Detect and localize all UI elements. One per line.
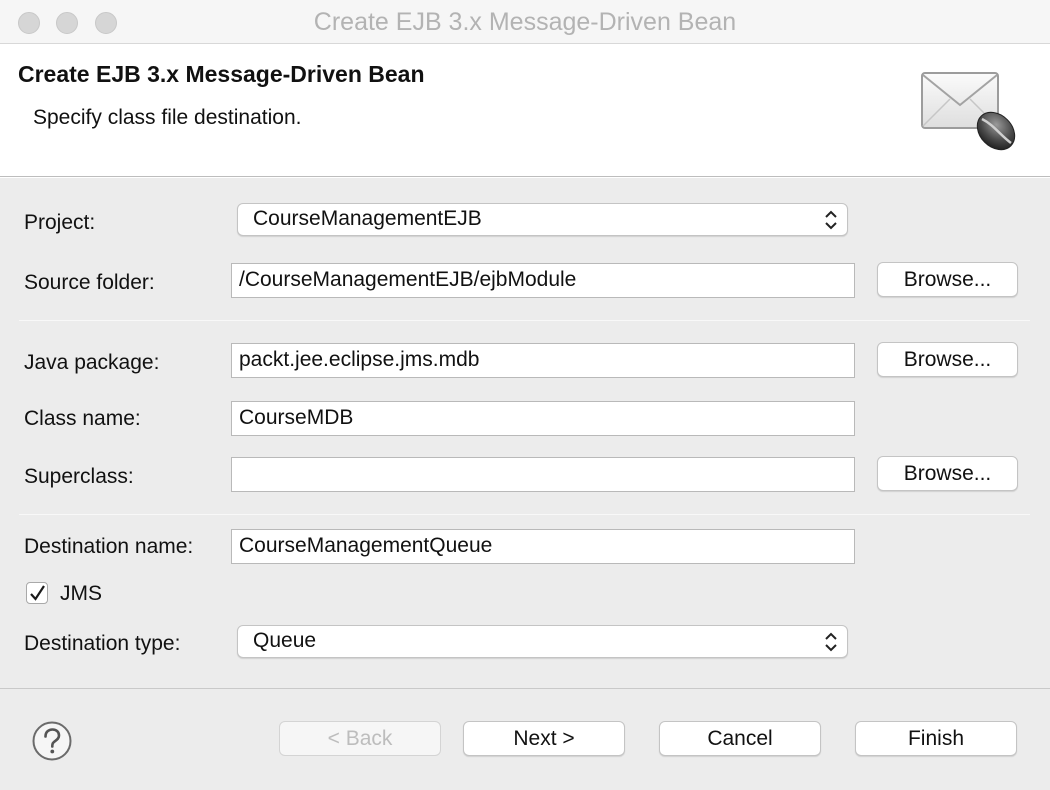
- next-button[interactable]: Next >: [463, 721, 625, 756]
- cancel-button[interactable]: Cancel: [659, 721, 821, 756]
- source-folder-input[interactable]: /CourseManagementEJB/ejbModule: [231, 263, 855, 298]
- chevron-updown-icon: [825, 632, 837, 652]
- project-select[interactable]: CourseManagementEJB: [237, 203, 848, 236]
- window-titlebar: Create EJB 3.x Message-Driven Bean: [0, 0, 1050, 44]
- finish-button[interactable]: Finish: [855, 721, 1017, 756]
- question-mark-icon[interactable]: [31, 720, 73, 762]
- java-package-label: Java package:: [24, 351, 160, 374]
- superclass-label: Superclass:: [24, 465, 134, 488]
- class-name-input[interactable]: CourseMDB: [231, 401, 855, 436]
- superclass-browse-button[interactable]: Browse...: [877, 456, 1018, 491]
- window-title: Create EJB 3.x Message-Driven Bean: [313, 8, 737, 36]
- envelope-with-bean-icon: [916, 67, 1026, 159]
- chevron-updown-icon: [825, 210, 837, 230]
- wizard-footer: < Back Next > Cancel Finish: [0, 688, 1050, 790]
- java-package-input[interactable]: packt.jee.eclipse.jms.mdb: [231, 343, 855, 378]
- wizard-description: Specify class file destination.: [33, 106, 302, 129]
- wizard-header: Create EJB 3.x Message-Driven Bean Speci…: [0, 45, 1050, 177]
- project-label: Project:: [24, 211, 96, 234]
- source-folder-label: Source folder:: [24, 271, 155, 294]
- superclass-input[interactable]: [231, 457, 855, 492]
- project-select-value: CourseManagementEJB: [253, 207, 482, 230]
- destination-name-label: Destination name:: [24, 535, 194, 558]
- wizard-title: Create EJB 3.x Message-Driven Bean: [18, 61, 425, 87]
- destination-type-select[interactable]: Queue: [237, 625, 848, 658]
- destination-name-input[interactable]: CourseManagementQueue: [231, 529, 855, 564]
- jms-checkbox[interactable]: [26, 582, 48, 604]
- back-button[interactable]: < Back: [279, 721, 441, 756]
- separator: [19, 320, 1030, 321]
- destination-type-select-value: Queue: [253, 629, 317, 652]
- source-folder-browse-button[interactable]: Browse...: [877, 262, 1018, 297]
- separator: [19, 514, 1030, 515]
- destination-type-label: Destination type:: [24, 632, 181, 655]
- class-name-label: Class name:: [24, 407, 141, 430]
- checkmark-icon: [30, 585, 45, 601]
- java-package-browse-button[interactable]: Browse...: [877, 342, 1018, 377]
- wizard-body: Project: CourseManagementEJB Source fold…: [0, 178, 1050, 688]
- jms-label: JMS: [60, 582, 102, 605]
